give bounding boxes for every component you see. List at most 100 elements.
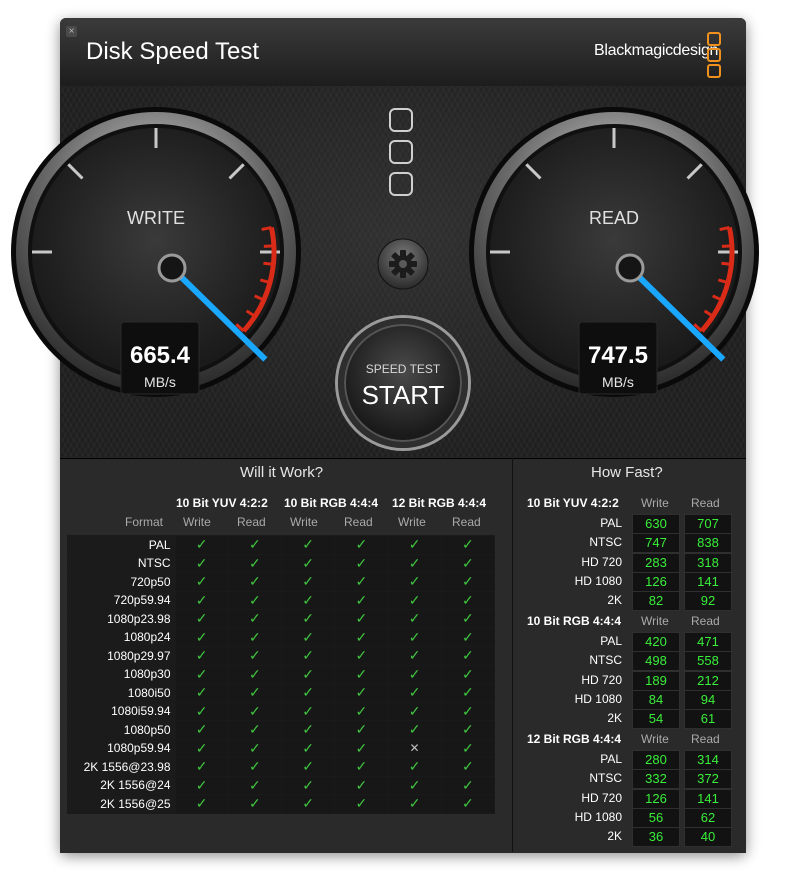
write-header: Write — [290, 515, 318, 529]
square-icon — [389, 172, 413, 196]
app-title: Disk Speed Test — [86, 38, 259, 65]
gear-icon[interactable] — [377, 238, 429, 290]
write-speed-value: 84 — [632, 689, 680, 710]
checkmark-icon: ✓ — [174, 738, 229, 758]
format-cell: 1080p24 — [67, 627, 176, 647]
format-cell: 1080p59.94 — [67, 738, 176, 758]
checkmark-icon: ✓ — [334, 683, 389, 703]
format-label: 2K — [607, 711, 622, 726]
format-label: HD 720 — [581, 672, 622, 687]
format-label: HD 1080 — [574, 573, 622, 588]
checkmark-icon: ✓ — [334, 609, 389, 629]
checkmark-icon: ✓ — [387, 553, 442, 573]
table-row: 1080p50 ✓ ✓ ✓ ✓ ✓ ✓ — [67, 720, 496, 740]
checkmark-icon: ✓ — [387, 720, 442, 740]
square-icon — [389, 108, 413, 132]
read-speed-value: 318 — [684, 552, 732, 573]
checkmark-icon: ✓ — [174, 535, 229, 555]
checkmark-icon: ✓ — [334, 664, 389, 684]
redline-tick — [721, 244, 732, 248]
will-it-work-title: Will it Work? — [240, 464, 324, 481]
checkmark-icon: ✓ — [387, 664, 442, 684]
read-speed-value: 471 — [684, 632, 732, 652]
checkmark-icon: ✓ — [174, 572, 229, 592]
gauge-unit: MB/s — [602, 374, 634, 390]
format-label: NTSC — [589, 771, 622, 786]
read-speed-value: 141 — [684, 788, 732, 809]
checkmark-icon: ✓ — [174, 664, 229, 684]
checkmark-icon: ✓ — [227, 590, 282, 610]
start-caption: SPEED TEST — [365, 362, 441, 376]
read-header: Read — [691, 732, 720, 746]
checkmark-icon: ✓ — [334, 646, 389, 666]
checkmark-icon: ✓ — [227, 720, 282, 740]
checkmark-icon: ✓ — [227, 701, 282, 721]
write-speed-value: 126 — [632, 788, 680, 809]
write-speed-value: 280 — [632, 750, 680, 770]
start-button[interactable]: SPEED TEST START — [338, 318, 468, 448]
monitor-boxes — [389, 108, 417, 204]
format-cell: 720p59.94 — [67, 590, 176, 610]
table-row: NTSC ✓ ✓ ✓ ✓ ✓ ✓ — [67, 553, 496, 573]
format-cell: 1080p29.97 — [67, 646, 176, 666]
compatibility-table: PAL ✓ ✓ ✓ ✓ ✓ ✓ NTSC ✓ ✓ ✓ ✓ ✓ ✓ 720p50 ✓ ✓ ✓ ✓ ✓ ✓ 720p59.94… — [67, 535, 496, 814]
speed-group-header: 12 Bit RGB 4:4:4 — [527, 732, 622, 746]
gauge-unit: MB/s — [144, 374, 176, 390]
format-label: 2K — [607, 593, 622, 608]
checkmark-icon: ✓ — [440, 683, 496, 703]
write-speed-value: 189 — [632, 670, 680, 691]
read-speed-value: 558 — [684, 651, 732, 672]
read-gauge: READ 747.5 MB/s — [469, 107, 759, 397]
table-row: 1080p23.98 ✓ ✓ ✓ ✓ ✓ ✓ — [67, 609, 496, 629]
checkmark-icon: ✓ — [387, 627, 442, 647]
checkmark-icon: ✓ — [174, 590, 229, 610]
format-header: Format — [125, 515, 164, 529]
read-speed-value: 372 — [684, 769, 732, 790]
write-header: Write — [641, 614, 669, 628]
checkmark-icon: ✓ — [387, 757, 442, 777]
table-row: 720p50 ✓ ✓ ✓ ✓ ✓ ✓ — [67, 572, 496, 592]
format-cell: NTSC — [67, 553, 176, 573]
write-speed-value: 36 — [632, 827, 680, 848]
format-cell: 1080i59.94 — [67, 701, 176, 721]
write-speed-value: 283 — [632, 552, 680, 573]
checkmark-icon: ✓ — [440, 775, 496, 795]
checkmark-icon: ✓ — [227, 609, 282, 629]
table-row: 1080p59.94 ✓ ✓ ✓ ✓ ✕ ✓ — [67, 738, 496, 758]
checkmark-icon: ✓ — [227, 553, 282, 573]
write-speed-value: 82 — [632, 591, 680, 612]
read-speed-value: 838 — [684, 533, 732, 554]
format-cell: 2K 1556@25 — [67, 794, 176, 814]
write-speed-value: 498 — [632, 651, 680, 672]
format-label: PAL — [600, 752, 622, 766]
start-label: START — [361, 380, 445, 410]
format-label: PAL — [600, 634, 622, 648]
checkmark-icon: ✓ — [387, 646, 442, 666]
table-row: 1080i50 ✓ ✓ ✓ ✓ ✓ ✓ — [67, 683, 496, 703]
read-speed-value: 62 — [684, 807, 732, 828]
checkmark-icon: ✓ — [334, 757, 389, 777]
write-speed-value: 630 — [632, 514, 680, 534]
square-icon — [389, 140, 413, 164]
format-cell: 720p50 — [67, 572, 176, 592]
checkmark-icon: ✓ — [280, 794, 336, 814]
checkmark-icon: ✓ — [227, 757, 282, 777]
checkmark-icon: ✓ — [334, 535, 389, 555]
table-row: 2K 1556@23.98 ✓ ✓ ✓ ✓ ✓ ✓ — [67, 757, 496, 777]
checkmark-icon: ✓ — [227, 738, 282, 758]
checkmark-icon: ✓ — [280, 609, 336, 629]
checkmark-icon: ✓ — [280, 701, 336, 721]
close-button[interactable]: × — [66, 26, 77, 37]
table-row: 2K 1556@24 ✓ ✓ ✓ ✓ ✓ ✓ — [67, 775, 496, 795]
checkmark-icon: ✓ — [174, 609, 229, 629]
group-header: 12 Bit RGB 4:4:4 — [392, 496, 487, 510]
checkmark-icon: ✓ — [387, 683, 442, 703]
table-row: 1080p24 ✓ ✓ ✓ ✓ ✓ ✓ — [67, 627, 496, 647]
format-label: HD 720 — [581, 554, 622, 569]
format-label: PAL — [600, 516, 622, 530]
format-label: NTSC — [589, 535, 622, 550]
checkmark-icon: ✓ — [334, 775, 389, 795]
write-speed-value: 126 — [632, 571, 680, 592]
format-label: HD 1080 — [574, 691, 622, 706]
checkmark-icon: ✓ — [280, 535, 336, 555]
